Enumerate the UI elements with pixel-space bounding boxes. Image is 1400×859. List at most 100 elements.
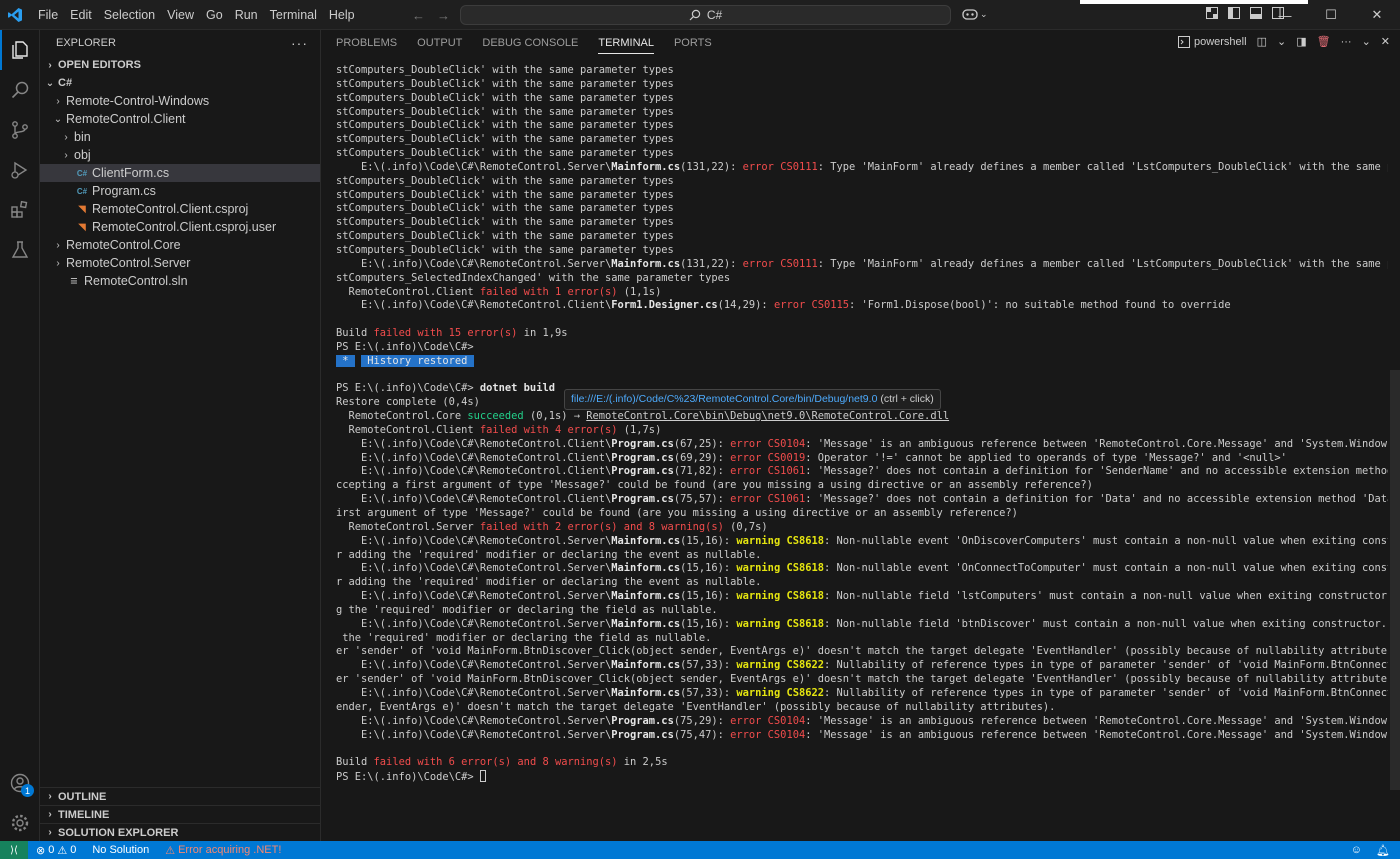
terminal-line: stComputers_DoubleClick' with the same p… xyxy=(336,64,1388,78)
files-icon xyxy=(12,41,28,59)
tree-item[interactable]: › RemoteControl.Server xyxy=(40,254,320,272)
terminal-line: Build failed with 15 error(s) in 1,9s xyxy=(336,327,1388,341)
menu-file[interactable]: File xyxy=(32,0,64,30)
solution-explorer-section[interactable]: › SOLUTION EXPLORER xyxy=(40,823,321,841)
terminal-line: ccepting a first argument of type 'Messa… xyxy=(336,479,1388,493)
terminal-line: ender, EventArgs e)' doesn't match the t… xyxy=(336,701,1388,715)
terminal-text: (15,16): xyxy=(680,590,737,603)
forward-arrow-icon[interactable]: → xyxy=(437,8,450,23)
terminal-text: stComputers_DoubleClick' with the same p… xyxy=(336,174,674,187)
collapse-panel-icon[interactable]: ⌄ xyxy=(1362,35,1371,48)
menu-run[interactable]: Run xyxy=(229,0,264,30)
minimize-button[interactable]: — xyxy=(1262,0,1308,30)
activity-search[interactable] xyxy=(0,70,40,110)
remote-indicator[interactable]: ⟩⟨ xyxy=(0,841,28,859)
menu-edit[interactable]: Edit xyxy=(64,0,98,30)
activity-accounts[interactable]: 1 xyxy=(0,763,40,803)
open-editors-section[interactable]: › OPEN EDITORS xyxy=(40,56,320,74)
activity-testing[interactable] xyxy=(0,230,40,270)
terminal-text: warning CS8618 xyxy=(736,534,824,547)
split-terminal-icon[interactable]: ◫ xyxy=(1257,35,1267,48)
menu-help[interactable]: Help xyxy=(323,0,361,30)
terminal-text: failed with 1 error(s) xyxy=(479,285,618,298)
activity-source-control[interactable] xyxy=(0,110,40,150)
solution-explorer-label: SOLUTION EXPLORER xyxy=(58,826,179,839)
timeline-section[interactable]: › TIMELINE xyxy=(40,805,321,823)
terminal-line: stComputers_DoubleClick' with the same p… xyxy=(336,147,1388,161)
panel-actions: powershell ◫ ⌄ ◨ 🗑 ··· ⌄ ✕ xyxy=(1177,35,1390,48)
terminal-link[interactable]: RemoteControl.Core\bin\Debug\net9.0\Remo… xyxy=(586,410,949,422)
terminal-text: (0,7s) xyxy=(723,520,768,533)
workspace-root[interactable]: ⌄ C# xyxy=(40,74,320,92)
dotnet-status[interactable]: ⚠ Error acquiring .NET! xyxy=(157,844,289,857)
tree-item[interactable]: › Remote-Control-Windows xyxy=(40,92,320,110)
tree-item[interactable]: ≡ RemoteControl.sln xyxy=(40,272,320,290)
menu-go[interactable]: Go xyxy=(200,0,229,30)
terminal-text: warning CS8618 xyxy=(736,590,824,603)
maximize-button[interactable]: ☐ xyxy=(1308,0,1354,30)
terminal-text: error CS1061 xyxy=(730,465,806,478)
terminal-line: E:\(.info)\Code\C#\RemoteControl.Server\… xyxy=(336,590,1388,604)
copilot-status-icon[interactable]: ☺ xyxy=(1351,844,1362,856)
back-arrow-icon[interactable]: ← xyxy=(412,8,425,23)
terminal-line: irst argument of type 'Message?' could b… xyxy=(336,507,1388,521)
tab-terminal[interactable]: TERMINAL xyxy=(598,30,654,56)
customize-layout-icon[interactable] xyxy=(1205,6,1219,20)
activity-explorer[interactable] xyxy=(0,30,40,70)
solution-indicator[interactable]: No Solution xyxy=(84,844,157,856)
activity-manage[interactable] xyxy=(0,803,40,843)
terminal-line: RemoteControl.Client failed with 4 error… xyxy=(336,424,1388,438)
terminal-text: E:\(.info)\Code\C#\RemoteControl.Server\ xyxy=(336,714,612,727)
terminal-text: the 'required' modifier or declaring the… xyxy=(336,631,712,644)
tab-debug-console[interactable]: DEBUG CONSOLE xyxy=(482,30,578,56)
command-center-search[interactable]: C# xyxy=(460,5,951,25)
outline-section[interactable]: › OUTLINE xyxy=(40,787,321,805)
toggle-primary-sidebar-icon[interactable] xyxy=(1227,6,1241,20)
close-button[interactable]: ✕ xyxy=(1354,0,1400,30)
more-actions-icon[interactable]: ··· xyxy=(291,35,308,51)
tab-ports[interactable]: PORTS xyxy=(674,30,712,56)
terminal-scrollbar[interactable] xyxy=(1390,370,1400,790)
tree-item[interactable]: C# Program.cs xyxy=(40,182,320,200)
copilot-button[interactable]: ⌄ xyxy=(962,7,988,21)
timeline-label: TIMELINE xyxy=(58,808,110,821)
terminal-text: PS E:\(.info)\Code\C#> xyxy=(336,340,474,353)
tree-item[interactable]: ◥ RemoteControl.Client.csproj xyxy=(40,200,320,218)
problems-indicator[interactable]: ⊗ 0 ⚠ 0 xyxy=(28,844,84,857)
menu-terminal[interactable]: Terminal xyxy=(264,0,323,30)
activity-extensions[interactable] xyxy=(0,190,40,230)
terminal-line: E:\(.info)\Code\C#\RemoteControl.Client\… xyxy=(336,299,1388,313)
tree-item[interactable]: › bin xyxy=(40,128,320,146)
trash-icon[interactable]: 🗑 xyxy=(1317,35,1331,48)
chevron-down-icon[interactable]: ⌄ xyxy=(1277,35,1286,48)
link-hover-tooltip: file:///E:/(.info)/Code/C%23/RemoteContr… xyxy=(564,389,941,410)
terminal-shell-selector[interactable]: powershell xyxy=(1177,35,1247,48)
tree-item[interactable]: › RemoteControl.Core xyxy=(40,236,320,254)
close-panel-icon[interactable]: ✕ xyxy=(1381,35,1390,48)
tooltip-link[interactable]: file:///E:/(.info)/Code/C%23/RemoteContr… xyxy=(571,393,877,405)
terminal-text: (75,29): xyxy=(673,714,731,727)
tree-item[interactable]: ◥ RemoteControl.Client.csproj.user xyxy=(40,218,320,236)
terminal-text: (57,33): xyxy=(680,686,737,699)
tab-output[interactable]: OUTPUT xyxy=(417,30,462,56)
terminal-cursor xyxy=(479,770,486,783)
tree-item[interactable]: C# ClientForm.cs xyxy=(40,164,320,182)
terminal-text: failed with 2 error(s) and 8 warning(s) xyxy=(479,520,724,533)
terminal-text: stComputers_DoubleClick' with the same p… xyxy=(336,230,674,243)
terminal-output[interactable]: stComputers_DoubleClick' with the same p… xyxy=(336,64,1388,834)
split-editor-icon[interactable]: ◨ xyxy=(1296,35,1306,48)
menu-view[interactable]: View xyxy=(161,0,200,30)
bell-icon[interactable]: 🔔︎ xyxy=(1376,844,1390,857)
terminal-text: irst argument of type 'Message?' could b… xyxy=(336,507,1018,519)
more-actions-icon[interactable]: ··· xyxy=(1341,36,1352,48)
tree-item[interactable]: › obj xyxy=(40,146,320,164)
tree-item[interactable]: ⌄ RemoteControl.Client xyxy=(40,110,320,128)
activity-run-debug[interactable] xyxy=(0,150,40,190)
menu-selection[interactable]: Selection xyxy=(98,0,161,30)
toggle-panel-icon[interactable] xyxy=(1249,6,1263,20)
terminal-line: RemoteControl.Server failed with 2 error… xyxy=(336,521,1388,535)
account-badge: 1 xyxy=(21,784,34,797)
tab-problems[interactable]: PROBLEMS xyxy=(336,30,397,56)
terminal-text: E:\(.info)\Code\C#\RemoteControl.Client\ xyxy=(336,437,612,450)
terminal-line: er 'sender' of 'void MainForm.BtnDiscove… xyxy=(336,645,1388,659)
